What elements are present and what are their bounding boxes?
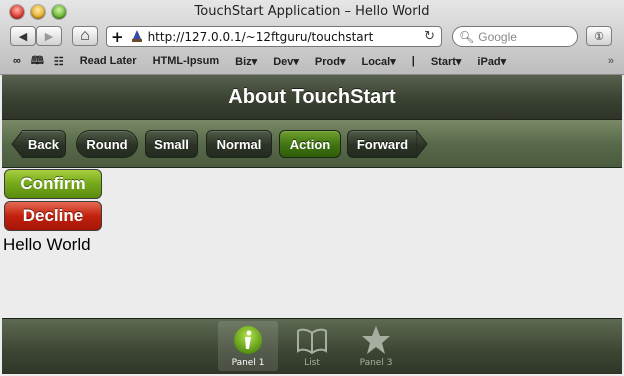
- small-button[interactable]: Small: [145, 130, 198, 158]
- bookmark-prod[interactable]: Prod▾: [315, 55, 346, 68]
- decline-button[interactable]: Decline: [4, 201, 102, 231]
- button-toolbar: Back Round Small Normal Action Forward: [2, 120, 622, 168]
- round-button-label: Round: [86, 136, 128, 152]
- tab-panel-1-label: Panel 1: [231, 358, 265, 368]
- reading-list-icon[interactable]: ∞: [13, 55, 21, 67]
- search-icon: 🔍︎: [459, 29, 475, 44]
- normal-button[interactable]: Normal: [206, 130, 272, 158]
- reader-button[interactable]: ①: [586, 26, 612, 46]
- tab-list[interactable]: List: [282, 321, 342, 371]
- bookmarks-book-icon[interactable]: 🕮︎: [31, 52, 44, 71]
- add-bookmark-icon[interactable]: +: [111, 28, 124, 46]
- confirm-button[interactable]: Confirm: [4, 169, 102, 199]
- forward-button[interactable]: Forward: [347, 130, 417, 158]
- home-icon: ⌂: [80, 27, 90, 44]
- back-button[interactable]: Back: [22, 130, 66, 158]
- top-sites-grid-icon[interactable]: ☷: [54, 55, 64, 68]
- bookmarks-bar: ∞ 🕮︎ ☷ Read Later HTML-Ipsum Biz▾ Dev▾ P…: [0, 50, 624, 72]
- home-button[interactable]: ⌂: [72, 26, 98, 46]
- bookmark-start[interactable]: Start▾: [431, 55, 462, 68]
- browser-toolbar: TouchStart Application – Hello World ◀ ▶…: [0, 0, 624, 75]
- forward-button-label: Forward: [356, 136, 409, 152]
- content-panel: Confirm Decline Hello World: [2, 168, 622, 318]
- book-icon: [297, 328, 327, 355]
- window-title: TouchStart Application – Hello World: [194, 4, 430, 19]
- bookmark-html-ipsum[interactable]: HTML-Ipsum: [153, 55, 220, 67]
- bookmark-ipad[interactable]: iPad▾: [477, 55, 506, 68]
- bookmark-local[interactable]: Local▾: [361, 55, 395, 68]
- page-title: About TouchStart: [228, 85, 396, 108]
- bookmark-read-later[interactable]: Read Later: [80, 55, 137, 67]
- back-arrow-icon: ◀: [18, 30, 28, 43]
- round-button[interactable]: Round: [76, 130, 138, 158]
- normal-button-label: Normal: [216, 136, 262, 152]
- tab-list-label: List: [304, 358, 320, 368]
- bookmarks-overflow-icon[interactable]: »: [608, 55, 614, 67]
- forward-arrow-icon: ▶: [44, 30, 54, 43]
- back-nav-button[interactable]: ◀: [10, 26, 36, 46]
- tab-panel-3-label: Panel 3: [359, 358, 393, 368]
- search-field[interactable]: 🔍︎ Google: [452, 26, 578, 47]
- small-button-label: Small: [154, 136, 189, 152]
- reader-icon: ①: [594, 30, 604, 43]
- bookmark-biz[interactable]: Biz▾: [235, 55, 257, 68]
- back-button-label: Back: [27, 136, 60, 152]
- star-icon: [362, 326, 390, 354]
- tab-panel-1[interactable]: Panel 1: [218, 321, 278, 371]
- confirm-button-label: Confirm: [20, 174, 86, 193]
- decline-button-label: Decline: [22, 206, 84, 225]
- address-bar[interactable]: + http://127.0.0.1/~12ftguru/touchstart …: [106, 26, 442, 47]
- tab-bar: Panel 1 List Panel 3: [2, 318, 622, 374]
- bookmark-separator: |: [411, 55, 415, 67]
- reload-icon[interactable]: ↻: [424, 29, 435, 44]
- url-text: http://127.0.0.1/~12ftguru/touchstart: [147, 29, 374, 44]
- action-button-label: Action: [289, 136, 331, 152]
- forward-button-arrow[interactable]: [416, 130, 428, 158]
- action-button[interactable]: Action: [279, 130, 341, 158]
- wizard-favicon-icon: [131, 29, 142, 42]
- bookmark-dev[interactable]: Dev▾: [273, 55, 299, 68]
- forward-nav-button[interactable]: ▶: [36, 26, 62, 46]
- app-title-bar: About TouchStart: [2, 75, 622, 120]
- hello-text: Hello World: [3, 235, 91, 254]
- search-placeholder: Google: [478, 29, 517, 44]
- tab-panel-3[interactable]: Panel 3: [346, 321, 406, 371]
- browser-window: TouchStart Application – Hello World ◀ ▶…: [0, 0, 624, 376]
- info-icon: [234, 326, 262, 354]
